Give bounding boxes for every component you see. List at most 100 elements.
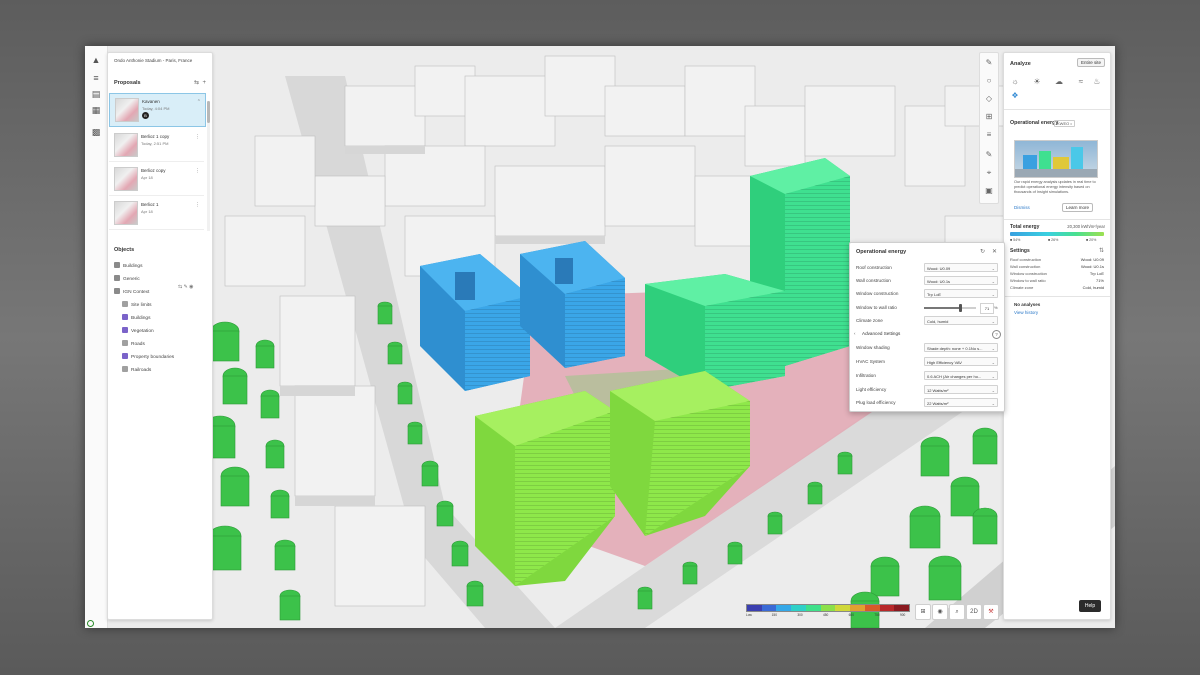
context-actions[interactable]: ⇆ ✎ ◉ (178, 284, 194, 290)
climate-zone-select[interactable]: Cold, humid ⌄ (924, 316, 998, 325)
divider (1004, 219, 1110, 220)
proposal-card[interactable]: Berlioz 1 copy Today, 2:51 PM ⋮ (109, 129, 204, 162)
object-item-railroads[interactable]: Railroads (122, 366, 151, 373)
tab-sun-icon[interactable]: ☀ (1032, 77, 1042, 87)
menu-icon[interactable]: ≡ (90, 72, 102, 84)
window-to-wall-slider[interactable] (924, 304, 976, 312)
window-shading-select[interactable]: Shade depth: none + 0.1No s... ⌄ (924, 343, 998, 352)
breakdown-value: ■ 26% (1048, 238, 1059, 242)
learn-more-button[interactable]: Learn more (1062, 203, 1094, 212)
tab-daylight-icon[interactable]: ☁ (1054, 77, 1064, 87)
more-icon[interactable]: ⋮ (195, 168, 200, 174)
window-to-wall-input[interactable]: 71 (980, 303, 994, 314)
edit-icon[interactable]: ✎ (983, 149, 995, 161)
field-label: Plug load efficiency (856, 400, 896, 405)
proposals-actions[interactable]: ⇆ + (194, 79, 206, 86)
scrollbar-thumb[interactable] (207, 101, 210, 123)
dismiss-link[interactable]: Dismiss (1014, 205, 1030, 210)
proposal-card[interactable]: Berlioz copy Apr 18 ⋮ (109, 163, 204, 196)
proposals-scrollbar[interactable] (207, 101, 210, 231)
infiltration-select[interactable]: 0.6 ACH (Air changes per ho... ⌄ (924, 371, 998, 380)
entire-site-button[interactable]: Entire site (1076, 58, 1105, 67)
advanced-settings-toggle[interactable]: Advanced Settings (862, 331, 900, 336)
proposal-date: Today, 4:04 PM (142, 106, 170, 111)
chevron-left-icon[interactable]: ‹ (854, 331, 856, 336)
shape-icon[interactable]: ◇ (983, 93, 995, 105)
select-value: High Efficiency VAV (927, 360, 962, 365)
zoom-button[interactable]: ⌕ (949, 604, 965, 620)
more-icon[interactable]: ⋮ (195, 202, 200, 208)
object-item-property-boundaries[interactable]: Property boundaries (122, 353, 174, 360)
draw-icon[interactable]: ✎ (983, 57, 995, 69)
window-construction-select[interactable]: Trp LoE ⌄ (924, 289, 998, 298)
select-value: Cold, humid (927, 319, 949, 324)
view-extent-button[interactable]: ⊞ (915, 604, 931, 620)
window-to-wall-row: Window to wall ratio 71 % (856, 303, 998, 314)
plug-load-select[interactable]: 22 Watts/m² ⌄ (924, 398, 998, 407)
tools-button[interactable]: ⚒ (983, 604, 999, 620)
setting-key: Wall construction (1010, 264, 1041, 269)
proposal-date: Today, 2:51 PM (141, 141, 169, 146)
tab-wind-icon[interactable]: ≈ (1076, 77, 1086, 87)
lock-icon[interactable]: ▣ (983, 185, 995, 197)
2d-toggle-button[interactable]: 2D (966, 604, 982, 620)
object-item-ign-context[interactable]: IGN Context (114, 288, 149, 295)
divider (1004, 296, 1110, 297)
close-icon[interactable]: ✕ (992, 248, 997, 255)
object-item-site-limits[interactable]: Site limits (122, 301, 152, 308)
proposal-card[interactable]: Berlioz 1 Apr 18 ⋮ (109, 197, 204, 230)
settings-heading: Settings (1010, 248, 1030, 254)
legend-tick-label: 300 (797, 613, 803, 617)
left-rail: ▲ ≡ ▤ ▦ ▩ (85, 46, 108, 628)
object-label: IGN Context (123, 290, 150, 295)
total-energy-value: 20,300 kWh/m²/year (1067, 224, 1105, 229)
object-item-context-buildings[interactable]: Buildings (122, 314, 150, 321)
more-icon[interactable]: ⋮ (195, 134, 200, 140)
model-selector[interactable]: KWEO • (1054, 120, 1075, 127)
object-item-buildings[interactable]: Buildings (114, 262, 142, 269)
view-history-link[interactable]: View history (1014, 310, 1038, 315)
setting-key: Window to wall ratio (1010, 278, 1046, 283)
legend-tick-label: Low (746, 613, 752, 617)
measure-icon[interactable]: ⌖ (983, 167, 995, 179)
view-visibility-button[interactable]: ◉ (932, 604, 948, 620)
help-button[interactable]: Help (1079, 600, 1101, 612)
object-item-roads[interactable]: Roads (122, 340, 145, 347)
field-label: Roof construction (856, 265, 892, 270)
settings-sliders-icon[interactable]: ⇅ (1099, 247, 1104, 254)
tab-solar-icon[interactable]: ☼ (1010, 77, 1020, 87)
help-icon[interactable]: ? (992, 330, 1001, 339)
grid-icon[interactable]: ▩ (90, 126, 102, 138)
generic-icon (114, 275, 120, 281)
transform-icon[interactable]: ⊞ (983, 111, 995, 123)
site-limits-icon (122, 301, 128, 307)
object-item-vegetation[interactable]: Vegetation (122, 327, 154, 334)
chevron-up-icon[interactable]: ⌃ (197, 99, 201, 105)
tab-thermal-icon[interactable]: ♨ (1092, 77, 1102, 87)
chevron-down-icon: ⌄ (991, 266, 995, 271)
object-item-generic[interactable]: Generic (114, 275, 140, 282)
light-efficiency-row: Light efficiency 12 Watts/m² ⌄ (856, 385, 998, 395)
legend-tick-label: 750 (874, 613, 880, 617)
hvac-system-select[interactable]: High Efficiency VAV ⌄ (924, 357, 998, 366)
tab-energy-icon[interactable]: ❖ (1010, 91, 1020, 101)
legend-segment (761, 605, 777, 611)
proposal-thumbnail (114, 167, 138, 191)
proposal-card[interactable]: Kavanen Today, 4:04 PM B ⌃ (109, 93, 206, 127)
wall-construction-select[interactable]: Wood: U0.1s ⌄ (924, 276, 998, 285)
object-label: Site limits (131, 303, 152, 308)
roof-construction-select[interactable]: Wood: U0.09 ⌄ (924, 263, 998, 272)
legend-tick-label: 900 (900, 613, 906, 617)
node-icon[interactable]: ○ (983, 75, 995, 87)
refresh-icon[interactable]: ↻ (980, 248, 985, 255)
proposal-thumbnail (114, 201, 138, 225)
setting-row: Window to wall ratio 71% (1010, 278, 1104, 284)
layers-icon[interactable]: ▦ (90, 104, 102, 116)
light-efficiency-select[interactable]: 12 Watts/m² ⌄ (924, 385, 998, 394)
analyze-tabs: ☼ ☀ ☁ ≈ ♨ ❖ (1010, 77, 1102, 101)
split-icon[interactable]: ≡ (983, 129, 995, 141)
context-icon (114, 288, 120, 294)
legend-segment (835, 605, 851, 611)
book-icon[interactable]: ▤ (90, 88, 102, 100)
slider-handle[interactable] (959, 304, 963, 312)
